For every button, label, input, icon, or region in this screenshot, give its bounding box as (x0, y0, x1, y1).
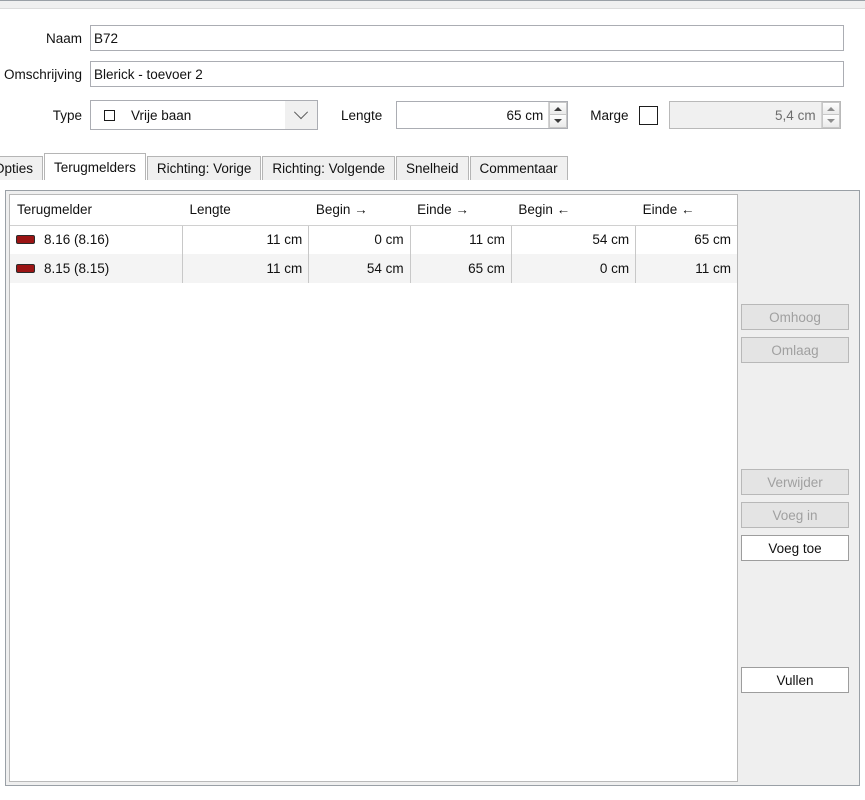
column-header-terugmelder[interactable]: Terugmelder (10, 195, 183, 226)
marge-checkbox[interactable] (638, 105, 658, 125)
insert-button-label: Voeg in (772, 507, 818, 523)
move-down-button-label: Omlaag (771, 342, 819, 358)
cell-einde-backward: 65 cm (635, 225, 737, 254)
form-row-type: Type Vrije baan Lengte 65 cm Marge 5,4 c… (0, 100, 865, 130)
fill-button-label: Vullen (776, 672, 814, 688)
table-header-row: Terugmelder Lengte Begin → Einde → Begin… (10, 195, 737, 226)
terugmelders-table: Terugmelder Lengte Begin → Einde → Begin… (10, 195, 737, 283)
delete-button[interactable]: Verwijder (741, 469, 849, 495)
marge-spin-buttons (820, 102, 840, 128)
tab-commentaar[interactable]: Commentaar (469, 156, 568, 180)
chevron-down-icon[interactable] (285, 101, 317, 129)
lengte-label: Lengte (341, 107, 383, 123)
tab-richting-volgende-label: Richting: Volgende (272, 161, 385, 176)
type-combobox-value: Vrije baan (131, 107, 192, 123)
tab-opties[interactable]: Opties (0, 156, 44, 180)
cell-begin-backward: 0 cm (510, 254, 636, 283)
marge-value: 5,4 cm (775, 107, 816, 123)
column-header-lengte[interactable]: Lengte (182, 195, 309, 226)
table-row[interactable]: 8.16 (8.16) 11 cm 0 cm 11 cm 54 cm 65 cm (10, 225, 737, 254)
form-row-naam: Naam B72 (0, 23, 865, 53)
insert-button[interactable]: Voeg in (741, 502, 849, 528)
feedback-marker-icon (16, 263, 35, 273)
properties-form: Naam B72 Omschrijving Blerick - toevoer … (0, 9, 865, 146)
move-up-button-label: Omhoog (769, 309, 821, 325)
tab-terugmelders-label: Terugmelders (54, 159, 136, 175)
table-row[interactable]: 8.15 (8.15) 11 cm 54 cm 65 cm 0 cm 11 cm (10, 254, 737, 283)
omschrijving-label: Omschrijving (3, 66, 82, 82)
action-button-column: Omhoog Omlaag Verwijder Voeg in Voeg toe… (741, 191, 855, 785)
form-row-omschrijving: Omschrijving Blerick - toevoer 2 (0, 59, 865, 89)
column-header-begin-backward[interactable]: Begin ← (511, 195, 636, 226)
marge-label: Marge (590, 107, 629, 123)
tab-terugmelders[interactable]: Terugmelders (44, 153, 146, 180)
square-outline-icon (104, 109, 115, 121)
type-combobox[interactable]: Vrije baan (90, 100, 318, 130)
add-button[interactable]: Voeg toe (741, 535, 849, 561)
tab-commentaar-label: Commentaar (479, 161, 558, 176)
tab-richting-volgende[interactable]: Richting: Volgende (262, 156, 395, 180)
marge-spinbox: 5,4 cm (668, 101, 841, 129)
lengte-spin-down-icon[interactable] (549, 115, 568, 128)
tab-richting-vorige[interactable]: Richting: Vorige (146, 156, 262, 180)
cell-terugmelder: 8.15 (8.15) (10, 254, 183, 283)
move-up-button[interactable]: Omhoog (741, 304, 849, 330)
cell-terugmelder: 8.16 (8.16) (10, 225, 182, 254)
naam-label: Naam (45, 30, 82, 46)
terugmelders-panel: Terugmelder Lengte Begin → Einde → Begin… (5, 190, 860, 786)
fill-button[interactable]: Vullen (741, 667, 849, 693)
tab-snelheid[interactable]: Snelheid (395, 156, 469, 180)
column-header-begin-forward[interactable]: Begin → (308, 195, 411, 226)
type-label: Type (52, 107, 82, 123)
lengte-spin-up-icon[interactable] (549, 102, 568, 115)
cell-begin-forward: 0 cm (308, 225, 411, 254)
marge-spin-up-icon (821, 102, 840, 115)
naam-input-value: B72 (94, 30, 119, 46)
column-header-einde-backward[interactable]: Einde ← (635, 195, 737, 226)
terugmelders-table-container[interactable]: Terugmelder Lengte Begin → Einde → Begin… (9, 194, 738, 782)
move-down-button[interactable]: Omlaag (741, 337, 849, 363)
tab-snelheid-label: Snelheid (405, 161, 459, 176)
cell-einde-forward: 11 cm (409, 225, 512, 254)
add-button-label: Voeg toe (768, 540, 822, 556)
tab-opties-label: Opties (0, 161, 34, 176)
tab-bar: Opties Terugmelders Richting: Vorige Ric… (0, 153, 865, 180)
delete-button-label: Verwijder (767, 474, 823, 490)
omschrijving-input-value: Blerick - toevoer 2 (94, 66, 203, 82)
cell-begin-forward: 54 cm (308, 254, 411, 283)
lengte-spin-buttons[interactable] (548, 102, 568, 128)
lengte-value: 65 cm (506, 107, 544, 123)
window-top-chrome (0, 0, 865, 9)
terugmelder-name: 8.15 (8.15) (44, 260, 110, 276)
column-header-einde-forward[interactable]: Einde → (410, 195, 512, 226)
terugmelder-name: 8.16 (8.16) (44, 231, 110, 247)
marge-spin-down-icon (821, 115, 840, 128)
cell-einde-backward: 11 cm (635, 254, 737, 283)
tab-richting-vorige-label: Richting: Vorige (156, 161, 252, 176)
cell-lengte: 11 cm (181, 225, 309, 254)
cell-einde-forward: 65 cm (409, 254, 512, 283)
lengte-spinbox[interactable]: 65 cm (396, 101, 569, 129)
omschrijving-input[interactable]: Blerick - toevoer 2 (90, 61, 844, 87)
naam-input[interactable]: B72 (90, 25, 844, 51)
cell-lengte: 11 cm (181, 254, 309, 283)
feedback-marker-icon (16, 234, 35, 244)
cell-begin-backward: 54 cm (510, 225, 636, 254)
